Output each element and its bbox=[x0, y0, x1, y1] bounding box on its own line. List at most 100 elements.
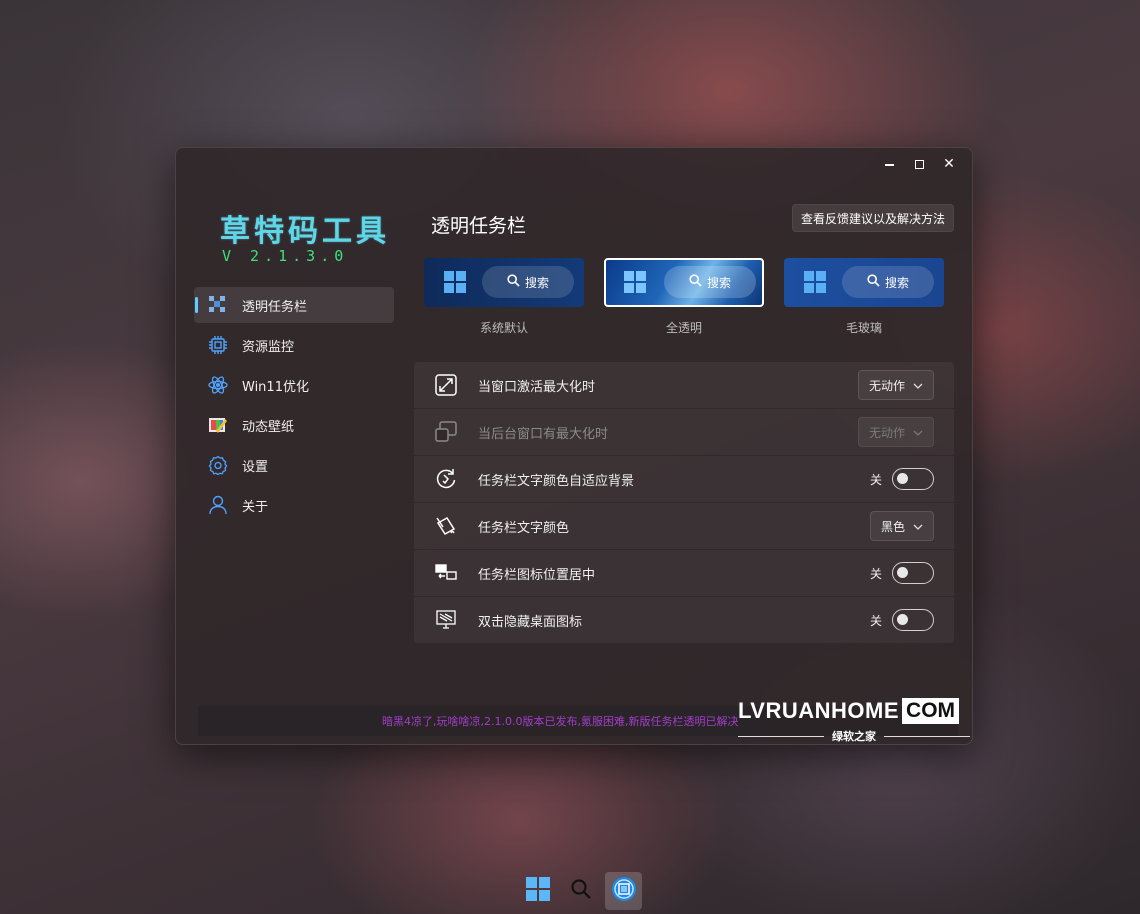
status-marquee-text: 暗黑4凉了,玩啥啥凉,2.1.0.0版本已发布,氪服困难,新版任务栏透明已解决 bbox=[382, 715, 739, 728]
center-icons-icon bbox=[434, 561, 458, 585]
main-panel: 透明任务栏 查看反馈建议以及解决方法 搜索 系统默认 搜索 全透明 搜索 毛玻璃… bbox=[414, 148, 956, 744]
text-color-dropdown[interactable]: 黑色 bbox=[869, 511, 934, 541]
toggle-state-label: 关 bbox=[869, 566, 882, 581]
preview-system-default[interactable]: 搜索 系统默认 bbox=[424, 258, 584, 336]
windows-logo-icon bbox=[444, 271, 466, 297]
start-icon bbox=[526, 877, 551, 905]
sidebar-item-label: Win11优化 bbox=[242, 379, 309, 395]
dropdown-value: 无动作 bbox=[868, 378, 905, 393]
setting-row-window-maximized: 当窗口激活最大化时 无动作 bbox=[414, 362, 954, 408]
sidebar-item-win11-optimize[interactable]: Win11优化 bbox=[194, 367, 394, 403]
search-icon bbox=[867, 274, 880, 290]
app-icon bbox=[611, 876, 637, 906]
preview-search-pill: 搜索 bbox=[842, 266, 934, 298]
windows-logo-icon bbox=[804, 271, 826, 297]
dropdown-value: 无动作 bbox=[868, 425, 905, 440]
preview-search-pill: 搜索 bbox=[664, 266, 756, 298]
center-icons-toggle[interactable] bbox=[892, 562, 934, 584]
background-window-icon bbox=[434, 420, 458, 444]
preview-label: 毛玻璃 bbox=[845, 321, 882, 335]
chevron-down-icon bbox=[913, 519, 923, 533]
toggle-state-label: 关 bbox=[869, 472, 882, 487]
setting-row-background-maximized: 当后台窗口有最大化时 无动作 bbox=[414, 409, 954, 455]
toggle-state-label: 关 bbox=[869, 613, 882, 628]
start-button[interactable] bbox=[520, 872, 557, 910]
sidebar-item-label: 设置 bbox=[242, 459, 269, 475]
app-title: 草特码工具 bbox=[220, 214, 390, 249]
search-icon bbox=[689, 274, 702, 290]
watermark-logo: LVRUANHOME COM 绿软之家 bbox=[738, 698, 970, 744]
preview-search-label: 搜索 bbox=[706, 275, 731, 290]
preview-label: 系统默认 bbox=[479, 321, 528, 335]
watermark-main: LVRUANHOME COM bbox=[738, 698, 970, 724]
setting-row-text-color: 任务栏文字颜色 黑色 bbox=[414, 503, 954, 549]
preview-fully-transparent[interactable]: 搜索 全透明 bbox=[604, 258, 764, 336]
watermark-sub: 绿软之家 bbox=[738, 728, 970, 744]
preview-label: 全透明 bbox=[665, 321, 702, 335]
taskbar-app-button[interactable] bbox=[605, 872, 643, 910]
adaptive-text-color-toggle-wrap: 关 bbox=[870, 468, 934, 490]
page-title: 透明任务栏 bbox=[431, 215, 527, 237]
divider bbox=[884, 735, 970, 737]
dropdown-value: 黑色 bbox=[880, 519, 905, 534]
text-color-icon bbox=[434, 514, 458, 538]
setting-label: 任务栏文字颜色自适应背景 bbox=[478, 473, 635, 489]
sidebar-item-transparent-taskbar[interactable]: 透明任务栏 bbox=[194, 287, 394, 323]
atom-icon bbox=[208, 375, 228, 395]
sidebar-item-live-wallpaper[interactable]: 动态壁纸 bbox=[194, 407, 394, 443]
chevron-down-icon bbox=[913, 378, 923, 392]
search-icon bbox=[570, 878, 592, 904]
sidebar: 草特码工具 V 2.1.3.0 透明任务栏 资源监控 Win11优化 动态壁纸 … bbox=[176, 148, 406, 744]
sidebar-nav: 透明任务栏 资源监控 Win11优化 动态壁纸 设置 关于 bbox=[194, 287, 394, 527]
taskbar-search-button[interactable] bbox=[563, 872, 600, 910]
chip-icon bbox=[208, 335, 228, 355]
feedback-button[interactable]: 查看反馈建议以及解决方法 bbox=[791, 204, 954, 232]
wallpaper-icon bbox=[208, 415, 228, 435]
center-icons-toggle-wrap: 关 bbox=[870, 562, 934, 584]
sidebar-item-resource-monitor[interactable]: 资源监控 bbox=[194, 327, 394, 363]
divider bbox=[738, 735, 824, 737]
sidebar-item-label: 动态壁纸 bbox=[242, 419, 295, 435]
sidebar-item-label: 透明任务栏 bbox=[242, 299, 308, 315]
watermark-left-text: LVRUANHOME bbox=[738, 698, 900, 723]
settings-list: 当窗口激活最大化时 无动作 当后台窗口有最大化时 无动作 任务栏文字颜色自适应背… bbox=[414, 362, 954, 644]
watermark-box-text: COM bbox=[902, 698, 960, 724]
toggle-knob bbox=[897, 473, 908, 484]
watermark-sub-text: 绿软之家 bbox=[832, 730, 876, 743]
preview-box[interactable]: 搜索 bbox=[784, 258, 944, 307]
app-window: ✕ 草特码工具 V 2.1.3.0 透明任务栏 资源监控 Win11优化 动态壁… bbox=[175, 147, 973, 745]
window-maximized-dropdown[interactable]: 无动作 bbox=[857, 370, 934, 400]
setting-row-hide-desktop-icons: 双击隐藏桌面图标 关 bbox=[414, 597, 954, 643]
setting-row-adaptive-text-color: 任务栏文字颜色自适应背景 关 bbox=[414, 456, 954, 502]
sidebar-item-settings[interactable]: 设置 bbox=[194, 447, 394, 483]
sidebar-item-label: 关于 bbox=[242, 499, 269, 515]
adaptive-color-icon bbox=[434, 467, 458, 491]
setting-row-center-icons: 任务栏图标位置居中 关 bbox=[414, 550, 954, 596]
setting-label: 任务栏图标位置居中 bbox=[478, 567, 596, 583]
app-version: V 2.1.3.0 bbox=[222, 247, 349, 265]
search-icon bbox=[507, 274, 520, 290]
chevron-down-icon bbox=[913, 425, 923, 439]
adaptive-text-color-toggle[interactable] bbox=[892, 468, 934, 490]
toggle-knob bbox=[897, 567, 908, 578]
setting-label: 当后台窗口有最大化时 bbox=[478, 426, 609, 442]
gear-icon bbox=[208, 455, 228, 475]
preview-frosted-glass[interactable]: 搜索 毛玻璃 bbox=[784, 258, 944, 336]
hide-desktop-icons-toggle[interactable] bbox=[892, 609, 934, 631]
preview-box[interactable]: 搜索 bbox=[424, 258, 584, 307]
sidebar-item-about[interactable]: 关于 bbox=[194, 487, 394, 523]
hide-desktop-icon bbox=[434, 608, 458, 632]
preview-search-label: 搜索 bbox=[884, 275, 909, 290]
preview-box[interactable]: 搜索 bbox=[604, 258, 764, 307]
toggle-knob bbox=[897, 614, 908, 625]
sidebar-item-label: 资源监控 bbox=[242, 339, 295, 355]
preview-search-pill: 搜索 bbox=[482, 266, 574, 298]
background-maximized-dropdown[interactable]: 无动作 bbox=[857, 417, 934, 447]
setting-label: 当窗口激活最大化时 bbox=[478, 379, 596, 395]
system-taskbar bbox=[520, 871, 648, 911]
hide-desktop-icons-toggle-wrap: 关 bbox=[870, 609, 934, 631]
maximize-window-icon bbox=[434, 373, 458, 397]
windows-logo-icon bbox=[624, 271, 646, 297]
user-icon bbox=[208, 495, 228, 515]
preview-search-label: 搜索 bbox=[524, 275, 549, 290]
